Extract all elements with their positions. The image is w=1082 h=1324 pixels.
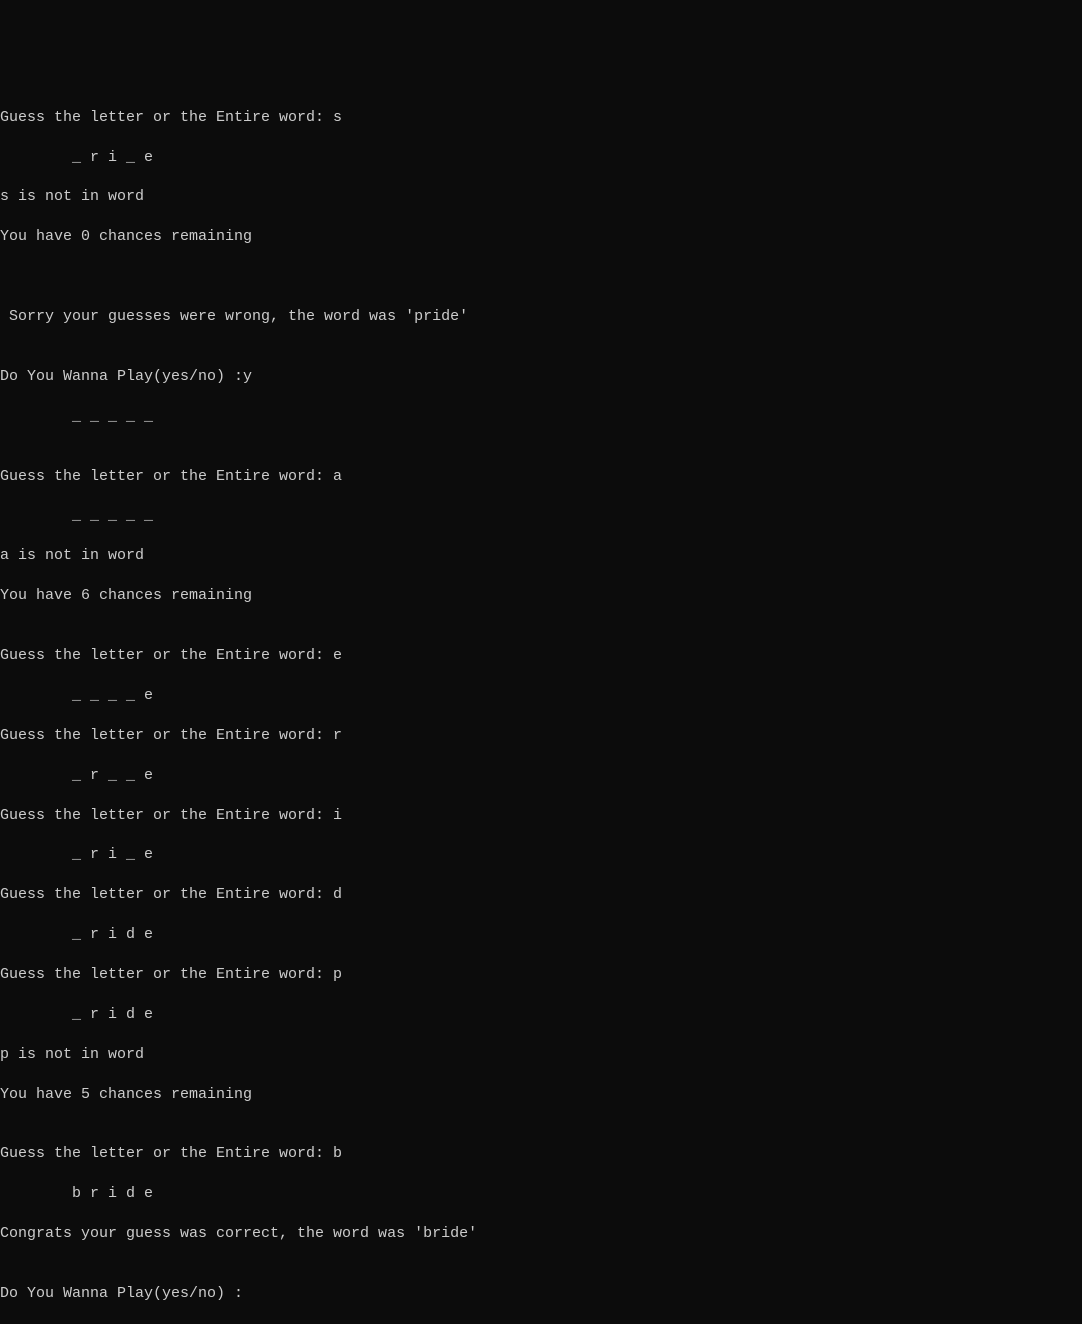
terminal-line: _ r i _ e: [0, 845, 1082, 865]
terminal-line: _ r i d e: [0, 1005, 1082, 1025]
terminal-line: Congrats your guess was correct, the wor…: [0, 1224, 1082, 1244]
terminal-line: Guess the letter or the Entire word: r: [0, 726, 1082, 746]
terminal-line: Guess the letter or the Entire word: b: [0, 1144, 1082, 1164]
terminal-line: Guess the letter or the Entire word: s: [0, 108, 1082, 128]
terminal-line: _ _ _ _ _: [0, 407, 1082, 427]
terminal-prompt[interactable]: Do You Wanna Play(yes/no) :: [0, 1284, 1082, 1304]
terminal-line: a is not in word: [0, 546, 1082, 566]
terminal-line: s is not in word: [0, 187, 1082, 207]
terminal-line: _ r i _ e: [0, 148, 1082, 168]
terminal-line: _ r i d e: [0, 925, 1082, 945]
terminal-line: You have 6 chances remaining: [0, 586, 1082, 606]
terminal-line: _ _ _ _ _: [0, 506, 1082, 526]
terminal-line: Guess the letter or the Entire word: p: [0, 965, 1082, 985]
terminal-line: Guess the letter or the Entire word: i: [0, 806, 1082, 826]
terminal-line: Guess the letter or the Entire word: e: [0, 646, 1082, 666]
terminal-line: You have 5 chances remaining: [0, 1085, 1082, 1105]
terminal-line: Guess the letter or the Entire word: a: [0, 467, 1082, 487]
terminal-line: Guess the letter or the Entire word: d: [0, 885, 1082, 905]
terminal-line: _ _ _ _ e: [0, 686, 1082, 706]
terminal-line: Do You Wanna Play(yes/no) :y: [0, 367, 1082, 387]
terminal-line: p is not in word: [0, 1045, 1082, 1065]
terminal-output[interactable]: Guess the letter or the Entire word: s _…: [0, 88, 1082, 788]
terminal-line: You have 0 chances remaining: [0, 227, 1082, 247]
terminal-line: _ r _ _ e: [0, 766, 1082, 786]
terminal-line: b r i d e: [0, 1184, 1082, 1204]
terminal-line: Sorry your guesses were wrong, the word …: [0, 307, 1082, 327]
